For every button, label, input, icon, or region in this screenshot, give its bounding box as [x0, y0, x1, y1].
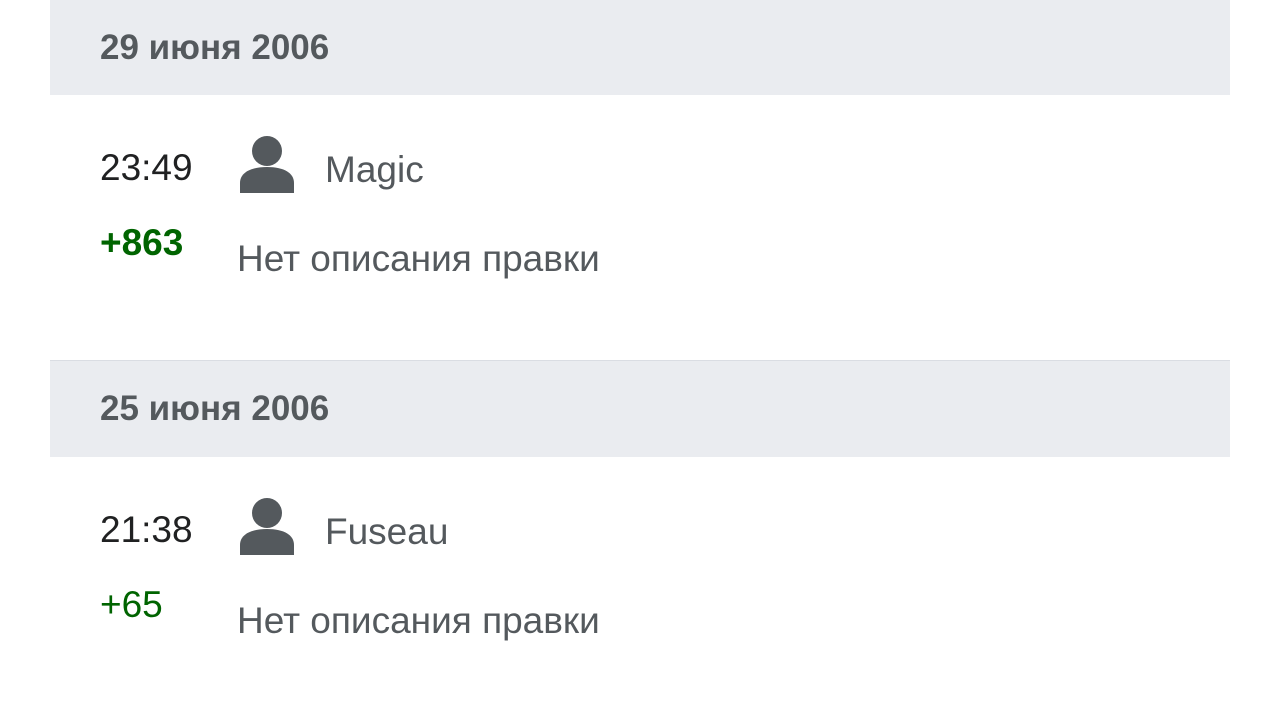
revision-user-link[interactable]: Fuseau [325, 511, 448, 553]
revision-time-link[interactable]: 21:38 [100, 509, 193, 551]
revision-byte-change: +65 [100, 584, 163, 625]
user-icon [240, 135, 294, 193]
revision-item[interactable]: 23:49 Magic +863 Нет описания правки [50, 95, 1230, 360]
revision-byte-change: +863 [100, 222, 184, 263]
date-header: 25 июня 2006 [50, 360, 1230, 457]
revision-history-list: 29 июня 2006 23:49 Magic +863 Нет описан… [50, 0, 1230, 719]
revision-summary: Нет описания правки [237, 600, 600, 641]
revision-time-link[interactable]: 23:49 [100, 147, 193, 189]
user-icon [240, 497, 294, 555]
revision-user-link[interactable]: Magic [325, 149, 424, 191]
revision-summary: Нет описания правки [237, 238, 600, 279]
date-label: 29 июня 2006 [100, 27, 330, 67]
date-header: 29 июня 2006 [50, 0, 1230, 95]
date-label: 25 июня 2006 [100, 389, 330, 428]
revision-item[interactable]: 21:38 Fuseau +65 Нет описания правки [50, 457, 1230, 719]
